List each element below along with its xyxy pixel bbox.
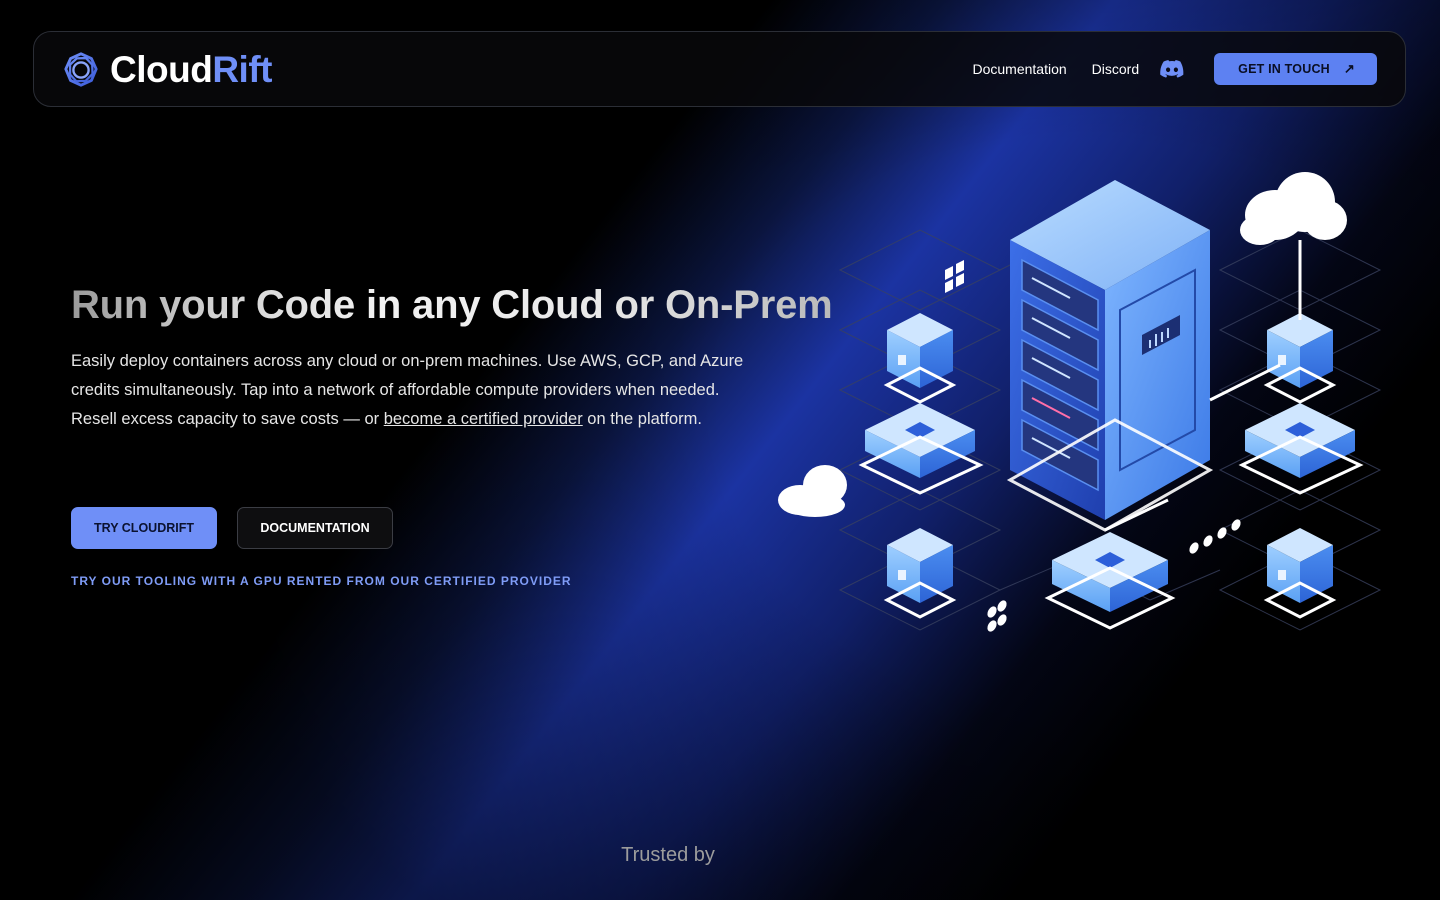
cloud-infrastructure-illustration (778, 172, 1382, 632)
nav-link-documentation[interactable]: Documentation (973, 61, 1067, 77)
logo[interactable]: CloudRift (62, 50, 272, 90)
become-provider-link[interactable]: become a certified provider (384, 410, 583, 428)
top-navbar: CloudRift Documentation Discord GET IN T… (33, 31, 1406, 107)
logo-text-main: Cloud (110, 49, 213, 90)
right-cube-bottom (1263, 528, 1337, 619)
logo-text: CloudRift (110, 50, 272, 90)
hero-title: Run your Code in any Cloud or On-Prem (71, 283, 833, 327)
cloud-left (778, 465, 847, 517)
get-in-touch-button[interactable]: GET IN TOUCH ↗ (1214, 53, 1377, 85)
left-router (858, 403, 984, 495)
nav-link-discord[interactable]: Discord (1092, 61, 1139, 77)
nav-links: Documentation Discord GET IN TOUCH ↗ (973, 53, 1377, 85)
cloudrift-logo-icon (64, 52, 98, 87)
left-cube-bottom (883, 528, 957, 619)
decor-squares (945, 260, 964, 293)
right-cube-top (1263, 313, 1337, 404)
discord-icon[interactable] (1160, 60, 1184, 78)
hero-description-part2: on the platform. (582, 410, 702, 428)
gpu-tooling-link[interactable]: TRY OUR TOOLING WITH A GPU RENTED FROM O… (71, 574, 572, 588)
get-in-touch-label: GET IN TOUCH (1238, 62, 1330, 76)
center-router (1044, 532, 1176, 630)
logo-text-accent: Rift (212, 49, 272, 90)
cloud-top-right (1240, 172, 1347, 245)
left-cube-top (883, 313, 957, 404)
documentation-button[interactable]: DOCUMENTATION (237, 507, 393, 549)
trusted-by-heading: Trusted by (621, 844, 715, 866)
hero-description: Easily deploy containers across any clou… (71, 347, 751, 434)
server-tower (1006, 180, 1214, 532)
right-router (1238, 403, 1364, 495)
arrow-up-right-icon: ↗ (1343, 61, 1355, 76)
try-cloudrift-button[interactable]: TRY CLOUDRIFT (71, 507, 217, 549)
